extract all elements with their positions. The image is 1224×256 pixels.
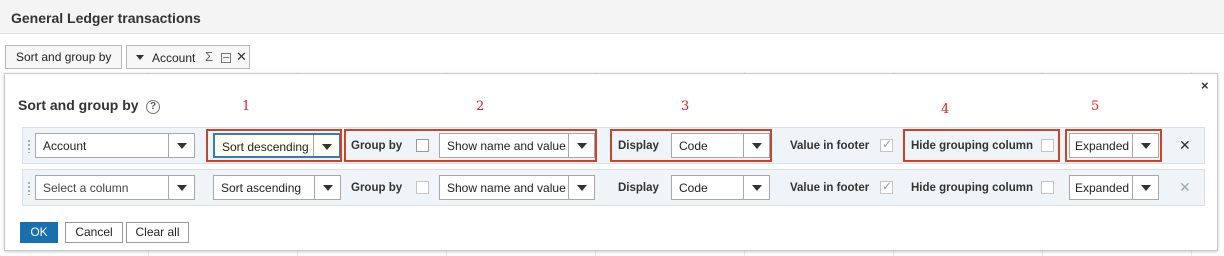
- chevron-down-icon[interactable]: [136, 55, 144, 60]
- sort-order-select[interactable]: Sort ascending: [213, 175, 341, 200]
- account-group-chip[interactable]: Account Σ ✕: [126, 45, 250, 69]
- sort-group-dialog: × Sort and group by ? 1 2 3 4 5 Account …: [4, 73, 1218, 251]
- sort-order-value: Sort ascending: [221, 181, 302, 195]
- value-in-footer-label: Value in footer: [790, 182, 870, 194]
- chevron-down-icon[interactable]: [568, 176, 594, 199]
- clear-all-button[interactable]: Clear all: [126, 222, 189, 243]
- account-chip-label: Account: [152, 51, 196, 65]
- callout-3: 3: [681, 99, 690, 114]
- column-select-value: Select a column: [43, 181, 129, 195]
- ok-button[interactable]: OK: [20, 222, 58, 243]
- display-value: Code: [679, 181, 708, 195]
- expand-state-value: Expanded: [1075, 181, 1130, 195]
- group-by-label: Group by: [351, 182, 403, 194]
- display-select[interactable]: Code: [671, 175, 770, 200]
- chevron-down-icon[interactable]: [314, 176, 340, 199]
- group-by-checkbox[interactable]: [416, 181, 429, 194]
- highlight-group-by: [344, 129, 597, 162]
- highlight-expand-state: [1065, 129, 1162, 162]
- page-title: General Ledger transactions: [11, 10, 201, 26]
- hide-grouping-checkbox[interactable]: [1041, 181, 1054, 194]
- column-select[interactable]: Account: [35, 133, 195, 158]
- help-icon[interactable]: ?: [146, 100, 160, 114]
- remove-chip-icon[interactable]: ✕: [236, 49, 247, 65]
- cancel-button[interactable]: Cancel: [65, 222, 123, 243]
- chevron-down-icon[interactable]: [1132, 176, 1158, 199]
- remove-row-icon[interactable]: ✕: [1179, 137, 1191, 154]
- callout-1: 1: [242, 99, 251, 114]
- column-select[interactable]: Select a column: [35, 175, 195, 200]
- callout-5: 5: [1091, 99, 1100, 114]
- group-display-select[interactable]: Show name and value: [439, 175, 595, 200]
- highlight-display: [610, 129, 772, 162]
- callout-2: 2: [476, 99, 485, 114]
- drag-handle-icon[interactable]: [27, 139, 31, 153]
- drag-handle-icon[interactable]: [27, 181, 31, 195]
- expand-state-select[interactable]: Expanded: [1069, 175, 1159, 200]
- sort-row-2: Select a column Sort ascending Group by …: [22, 169, 1205, 206]
- callout-4: 4: [941, 102, 950, 117]
- sigma-icon[interactable]: Σ: [205, 49, 213, 64]
- highlight-hide-grouping: [903, 129, 1060, 162]
- close-dialog-icon[interactable]: ×: [1201, 78, 1209, 93]
- collapse-icon[interactable]: [221, 53, 231, 63]
- highlight-sort-order: [206, 129, 342, 162]
- display-label: Display: [618, 182, 659, 194]
- chevron-down-icon[interactable]: [168, 176, 194, 199]
- chevron-down-icon[interactable]: [743, 176, 769, 199]
- value-in-footer-label: Value in footer: [790, 140, 870, 152]
- value-in-footer-checkbox[interactable]: [880, 179, 893, 194]
- column-select-value: Account: [43, 139, 87, 153]
- value-in-footer-checkbox[interactable]: [880, 137, 893, 152]
- chevron-down-icon[interactable]: [168, 134, 194, 157]
- page-header: General Ledger transactions: [0, 0, 1224, 34]
- remove-row-icon[interactable]: ✕: [1179, 179, 1191, 196]
- dialog-title: Sort and group by: [18, 97, 139, 113]
- hide-grouping-label: Hide grouping column: [911, 182, 1034, 194]
- sort-and-group-by-chip[interactable]: Sort and group by: [5, 45, 122, 69]
- group-display-value: Show name and value: [447, 181, 566, 195]
